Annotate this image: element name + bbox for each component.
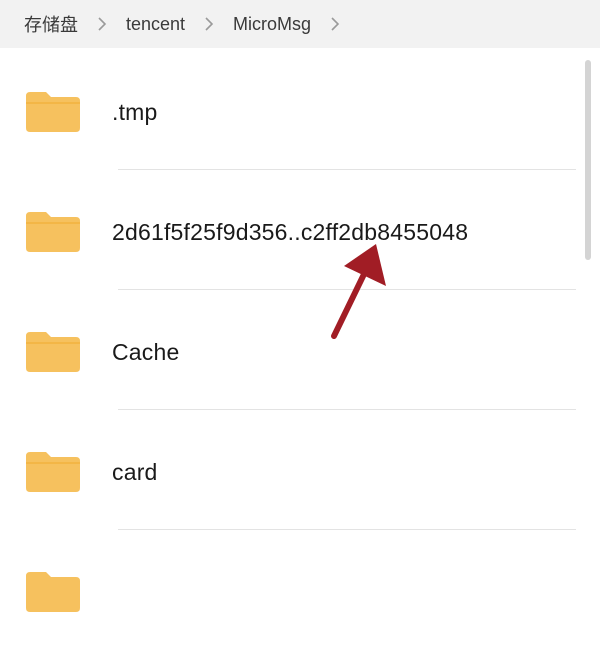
breadcrumb: 存储盘 tencent MicroMsg	[0, 0, 600, 48]
folder-row-hash[interactable]: 2d61f5f25f9d356..c2ff2db8455048	[0, 170, 580, 290]
chevron-right-icon	[311, 16, 359, 32]
folder-row-tmp[interactable]: .tmp	[0, 50, 580, 170]
chevron-right-icon	[78, 16, 126, 32]
folder-name: card	[112, 459, 158, 485]
scrollbar[interactable]	[585, 60, 591, 260]
breadcrumb-item-micromsg[interactable]: MicroMsg	[233, 14, 311, 35]
folder-name: 2d61f5f25f9d356..c2ff2db8455048	[112, 219, 469, 245]
folder-row-partial[interactable]	[0, 530, 580, 650]
folder-name: Cache	[112, 339, 180, 365]
folder-icon	[26, 452, 80, 492]
folder-icon	[26, 92, 80, 132]
folder-name: .tmp	[112, 99, 158, 125]
folder-row-cache[interactable]: Cache	[0, 290, 580, 410]
folder-icon	[26, 332, 80, 372]
breadcrumb-item-tencent[interactable]: tencent	[126, 14, 185, 35]
breadcrumb-item-storage[interactable]: 存储盘	[24, 11, 78, 37]
folder-icon	[26, 572, 80, 612]
folder-row-card[interactable]: card	[0, 410, 580, 530]
folder-list: .tmp 2d61f5f25f9d356..c2ff2db8455048 Cac…	[0, 48, 600, 612]
folder-icon	[26, 212, 80, 252]
chevron-right-icon	[185, 16, 233, 32]
